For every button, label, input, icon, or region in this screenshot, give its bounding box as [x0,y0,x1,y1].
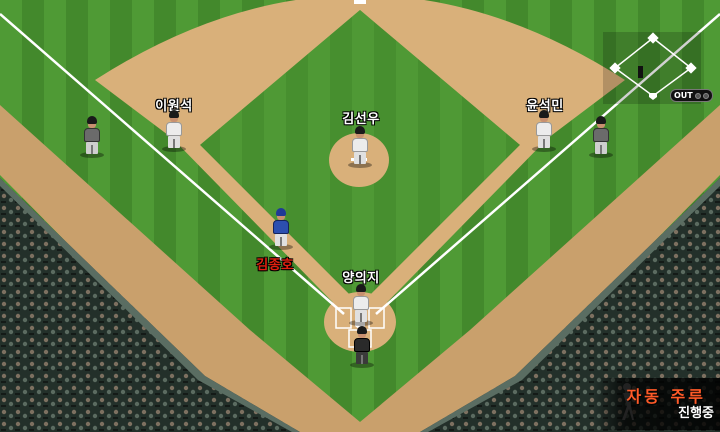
pitcher-name: 김선우 [342,112,380,127]
out-light-2 [702,92,709,99]
runner-marker [638,66,643,78]
pitcher [348,126,372,168]
runner-name: 김종호 [256,258,294,273]
out-light-1 [694,92,701,99]
first-baseman [532,110,556,152]
base-runner [269,208,293,250]
third-base-coach [80,116,104,158]
auto-run-status: 자동 주루 진행중 [594,378,720,430]
first-base-coach [589,116,613,158]
progress-label: 진행중 [678,406,714,421]
catcher [349,284,373,326]
out-label: OUT [674,91,693,100]
game-screen: 이원석 김선우 윤석민 김종호 양의지 OUT 자동 주루 진행중 [0,0,720,432]
umpire [350,326,374,368]
out-counter: OUT [670,89,713,102]
third-baseman [162,110,186,152]
